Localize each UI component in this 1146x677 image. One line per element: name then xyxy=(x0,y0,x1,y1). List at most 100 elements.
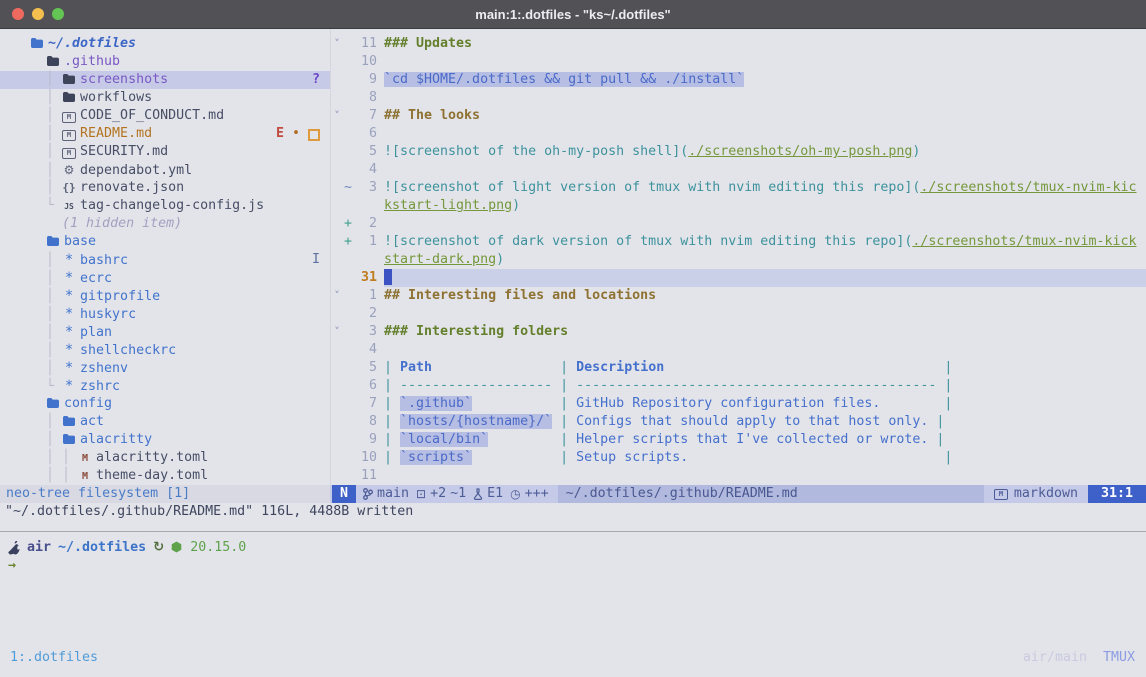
tree-item-.github[interactable]: .github xyxy=(0,53,330,71)
markdown-file-icon: M xyxy=(62,107,76,125)
editor-line[interactable]: 5| Path | Description | xyxy=(331,359,1146,377)
tree-item-alacritty[interactable]: │ alacritty xyxy=(0,431,330,449)
folder-open-icon xyxy=(46,395,60,413)
editor-line[interactable]: kstart-light.png) xyxy=(331,197,1146,215)
editor-line[interactable]: 8 xyxy=(331,89,1146,107)
editor-cursor-line[interactable]: 31 xyxy=(331,269,1146,287)
editor-line[interactable]: 7| `.github` | GitHub Repository configu… xyxy=(331,395,1146,413)
tmux-window-tab[interactable]: 1:.dotfiles xyxy=(10,649,98,667)
tree-item-1hiddenitem[interactable]: (1 hidden item) xyxy=(0,215,330,233)
tree-item-config[interactable]: config xyxy=(0,395,330,413)
editor-line[interactable]: 5![screenshot of the oh-my-posh shell](.… xyxy=(331,143,1146,161)
zoom-button[interactable] xyxy=(52,8,64,20)
git-sign xyxy=(343,359,353,377)
star-icon: * xyxy=(62,251,76,269)
fold-chevron-icon xyxy=(331,251,343,269)
editor-line[interactable]: ˅7## The looks xyxy=(331,107,1146,125)
editor-line[interactable]: 4 xyxy=(331,161,1146,179)
tree-item-base[interactable]: base xyxy=(0,233,330,251)
tree-item-huskyrc[interactable]: │ *huskyrc xyxy=(0,305,330,323)
diff-file-icon: ⊡ xyxy=(416,485,426,503)
tree-item-readme.md[interactable]: │ MREADME.mdE• xyxy=(0,125,330,143)
git-sign: + xyxy=(343,215,353,233)
tree-item-act[interactable]: │ act xyxy=(0,413,330,431)
tree-item-shellcheckrc[interactable]: │ *shellcheckrc xyxy=(0,341,330,359)
editor-line[interactable]: 10| `scripts` | Setup scripts. | xyxy=(331,449,1146,467)
info-mark: I xyxy=(312,251,320,269)
tree-item-label: .github xyxy=(64,54,120,69)
hostname: air xyxy=(27,539,51,557)
fold-chevron-icon xyxy=(331,179,343,197)
tree-item-.dotfiles[interactable]: ~/.dotfiles xyxy=(0,35,330,53)
editor-line[interactable]: 9`cd $HOME/.dotfiles && git pull && ./in… xyxy=(331,71,1146,89)
tree-item-ecrc[interactable]: │ *ecrc xyxy=(0,269,330,287)
line-number: 10 xyxy=(353,53,377,71)
editor-line-text: | `hosts/{hostname}/` | Configs that sho… xyxy=(384,413,1146,431)
editor-line[interactable]: ˅3### Interesting folders xyxy=(331,323,1146,341)
line-number: 8 xyxy=(353,89,377,107)
fold-chevron-icon xyxy=(331,71,343,89)
editor-line-text: `cd $HOME/.dotfiles && git pull && ./ins… xyxy=(384,71,1146,89)
editor-line[interactable]: start-dark.png) xyxy=(331,251,1146,269)
fold-chevron-icon[interactable]: ˅ xyxy=(331,35,343,53)
line-number: 3 xyxy=(353,323,377,341)
folder-open-icon xyxy=(62,431,76,449)
tree-item-security.md[interactable]: │ MSECURITY.md xyxy=(0,143,330,161)
tree-item-plan[interactable]: │ *plan xyxy=(0,323,330,341)
tree-item-label: ~/.dotfiles xyxy=(48,36,136,51)
tree-item-alacritty.toml[interactable]: │ │ Malacritty.toml xyxy=(0,449,330,467)
folder-icon xyxy=(62,89,76,107)
editor-line[interactable]: +1![screenshot of dark version of tmux w… xyxy=(331,233,1146,251)
tree-item-marks: E• xyxy=(276,125,320,143)
tree-item-screenshots[interactable]: │ screenshots? xyxy=(0,71,330,89)
editor-line[interactable]: ˅11### Updates xyxy=(331,35,1146,53)
fold-chevron-icon[interactable]: ˅ xyxy=(331,107,343,125)
fold-chevron-icon[interactable]: ˅ xyxy=(331,323,343,341)
tree-item-gitprofile[interactable]: │ *gitprofile xyxy=(0,287,330,305)
tree-item-workflows[interactable]: │ workflows xyxy=(0,89,330,107)
tree-item-zshenv[interactable]: │ *zshenv xyxy=(0,359,330,377)
editor-line[interactable]: 2 xyxy=(331,305,1146,323)
line-number: 31 xyxy=(353,269,377,287)
fold-chevron-icon[interactable]: ˅ xyxy=(331,287,343,305)
editor-line-text xyxy=(384,89,1146,107)
folder-icon xyxy=(62,413,76,431)
editor-line-text: | `scripts` | Setup scripts. | xyxy=(384,449,1146,467)
close-button[interactable] xyxy=(12,8,24,20)
star-icon: * xyxy=(62,359,76,377)
tree-item-label: act xyxy=(80,414,104,429)
editor-line-text: | `local/bin` | Helper scripts that I've… xyxy=(384,431,1146,449)
git-sign xyxy=(343,431,353,449)
editor-line[interactable]: 9| `local/bin` | Helper scripts that I'v… xyxy=(331,431,1146,449)
editor-line[interactable]: ˅1## Interesting files and locations xyxy=(331,287,1146,305)
line-number: 11 xyxy=(353,467,377,485)
tree-item-theme-day.toml[interactable]: │ │ Mtheme-day.toml xyxy=(0,467,330,485)
tree-item-bashrc[interactable]: │ *bashrcI xyxy=(0,251,330,269)
tree-item-tag-changelog-config.js[interactable]: └ JStag-changelog-config.js xyxy=(0,197,330,215)
editor-line[interactable]: +2 xyxy=(331,215,1146,233)
tree-item-label: config xyxy=(64,396,112,411)
tree-item-label: dependabot.yml xyxy=(80,163,192,178)
editor-line[interactable]: 10 xyxy=(331,53,1146,71)
editor-line[interactable]: 11 xyxy=(331,467,1146,485)
folder-open-icon xyxy=(46,53,60,71)
tree-item-renovate.json[interactable]: │ {}renovate.json xyxy=(0,179,330,197)
tmux-statusbar: 1:.dotfiles air/main TMUX xyxy=(0,649,1146,667)
git-sign xyxy=(343,305,353,323)
tree-item-zshrc[interactable]: └ *zshrc xyxy=(0,377,330,395)
screen: { "window": { "title": "main:1:.dotfiles… xyxy=(0,0,1146,677)
minimize-button[interactable] xyxy=(32,8,44,20)
tree-item-label: workflows xyxy=(80,90,152,105)
editor-line[interactable]: 8| `hosts/{hostname}/` | Configs that sh… xyxy=(331,413,1146,431)
line-number xyxy=(353,197,377,215)
editor-line[interactable]: 4 xyxy=(331,341,1146,359)
tree-item-code_of_conduct.md[interactable]: │ MCODE_OF_CONDUCT.md xyxy=(0,107,330,125)
editor-line[interactable]: ~3![screenshot of light version of tmux … xyxy=(331,179,1146,197)
tree-item-dependabot.yml[interactable]: │ ⚙dependabot.yml xyxy=(0,161,330,179)
git-diff-stats: ⊡ +2 ~1 xyxy=(416,485,466,503)
pane-separator[interactable] xyxy=(0,531,1146,532)
editor-line[interactable]: 6 xyxy=(331,125,1146,143)
shell-input-arrow[interactable]: → xyxy=(8,557,16,575)
editor-line[interactable]: 6| ------------------- | ---------------… xyxy=(331,377,1146,395)
tree-item-label: tag-changelog-config.js xyxy=(80,198,264,213)
